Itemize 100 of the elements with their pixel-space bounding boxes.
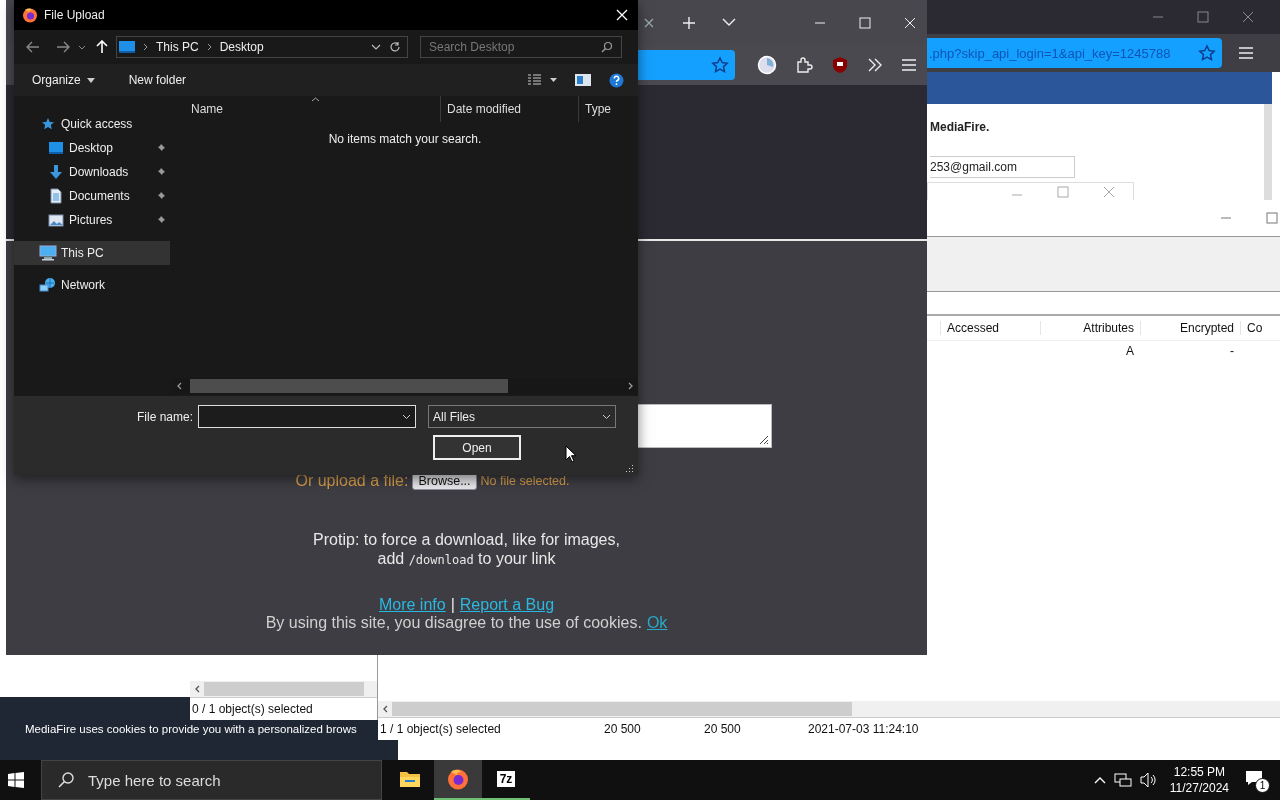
horizontal-scrollbar[interactable] (190, 681, 377, 697)
page-heading: MediaFire. (930, 120, 990, 134)
network-icon[interactable] (1113, 772, 1132, 788)
breadcrumb-item[interactable]: This PC (156, 40, 199, 54)
document-icon (50, 188, 62, 204)
taskbar-search-field[interactable]: Type here to search (41, 760, 382, 800)
file-name-field[interactable] (198, 405, 416, 428)
sidebar-item[interactable]: Network (14, 273, 170, 297)
maximize-icon[interactable] (1266, 212, 1278, 224)
horizontal-scrollbar[interactable] (378, 701, 1280, 717)
search-icon (58, 772, 74, 788)
sidebar-item[interactable]: Quick access (14, 112, 170, 136)
caret-icon (86, 77, 95, 83)
preview-pane-icon[interactable] (575, 74, 591, 86)
sidebar-item[interactable]: Pictures (14, 208, 170, 232)
more-info-link[interactable]: More info (378, 596, 446, 614)
maximize-icon[interactable] (1197, 11, 1209, 23)
computer-icon (119, 41, 135, 53)
puzzle-piece-icon[interactable] (795, 56, 813, 74)
scroll-left-icon[interactable] (194, 685, 200, 693)
search-icon (601, 41, 613, 53)
chevron-down-icon[interactable] (371, 44, 381, 50)
table-cell-text: - (1229, 344, 1235, 358)
column-header[interactable]: Attributes (1040, 321, 1140, 335)
chevron-right-icon (206, 43, 212, 51)
network-globe-icon (39, 277, 57, 293)
speaker-icon[interactable] (1139, 772, 1158, 788)
scroll-left-icon[interactable] (176, 382, 182, 390)
empty-message: No items match your search. (327, 132, 483, 146)
status-text: 20 500 (703, 722, 742, 736)
address-bar[interactable]: This PC Desktop (116, 36, 408, 58)
picture-icon (48, 213, 64, 227)
archiver-logo: 7z (496, 771, 516, 787)
bookmark-star-icon[interactable] (711, 56, 729, 74)
status-text: 0 / 1 object(s) selected (190, 697, 377, 720)
scroll-right-icon[interactable] (628, 382, 634, 390)
close-tab-icon[interactable] (644, 17, 654, 28)
sidebar-item[interactable]: This PC (14, 241, 170, 265)
column-header[interactable]: Accessed (940, 321, 1040, 335)
download-arrow-icon (49, 164, 63, 180)
chevron-down-icon[interactable] (78, 44, 86, 50)
column-header[interactable]: Date modified (440, 96, 578, 122)
scroll-left-icon[interactable] (382, 705, 388, 713)
folder-icon (399, 770, 421, 788)
back-arrow-icon[interactable] (26, 41, 40, 53)
sidebar-item[interactable]: Documents (14, 184, 170, 208)
help-icon[interactable] (609, 72, 624, 88)
view-list-icon[interactable] (527, 74, 557, 86)
star-icon (41, 117, 55, 131)
report-bug-link[interactable]: Report a Bug (459, 596, 555, 614)
clock-date: 11/27/2024 (1169, 780, 1229, 796)
protip-text: Protip: to force a download, like for images, add /download to your link (313, 530, 620, 569)
column-header[interactable]: Encrypted (1140, 321, 1240, 335)
clock[interactable]: 12:55 PM 11/27/2024 (1169, 764, 1229, 796)
status-text: 1 / 1 object(s) selected (379, 722, 502, 736)
up-arrow-icon[interactable] (96, 40, 108, 54)
double-chevron-icon[interactable] (867, 58, 883, 72)
sidebar-item[interactable]: Desktop (14, 136, 170, 160)
cookie-message: MediaFire uses cookies to provide you with a personalized brows (25, 722, 357, 735)
chevron-down-icon[interactable] (402, 413, 411, 420)
url-text: .php?skip_api_login=1&api_key=1245788 (928, 45, 1172, 61)
email-field[interactable]: 253@gmail.com (930, 156, 1075, 178)
menu-icon[interactable] (901, 58, 917, 72)
notification-button[interactable]: 1 (1243, 767, 1270, 793)
file-status: No file selected. (480, 474, 570, 488)
chevron-up-icon[interactable] (1093, 776, 1106, 784)
open-button[interactable]: Open (433, 435, 521, 460)
windows-logo-icon[interactable] (8, 772, 24, 788)
chevron-right-icon (143, 43, 148, 51)
file-type-dropdown[interactable]: All Files (428, 405, 616, 428)
search-field[interactable]: Search Desktop (420, 36, 622, 58)
new-tab-icon[interactable] (682, 15, 696, 30)
new-folder-button[interactable]: New folder (120, 73, 195, 87)
firefox-logo-icon (447, 768, 469, 790)
search-placeholder: Type here to search (88, 771, 221, 789)
chevron-down-icon (602, 413, 611, 420)
sort-caret-icon (311, 97, 320, 102)
breadcrumb-item[interactable]: Desktop (219, 40, 264, 54)
organize-button[interactable]: Organize (24, 73, 103, 87)
clock-time: 12:55 PM (1173, 764, 1226, 780)
column-header[interactable]: Name (185, 96, 440, 122)
desktop-icon (48, 141, 64, 155)
shield-extension-icon[interactable] (831, 56, 849, 74)
resize-grip-icon[interactable] (626, 464, 634, 472)
cookie-notice: By using this site, you disagree to the use of cookies. (265, 614, 642, 632)
column-header[interactable]: Co (1240, 321, 1280, 335)
menu-icon[interactable] (1238, 46, 1254, 60)
computer-icon (39, 245, 57, 261)
sidebar-item[interactable]: Downloads (14, 160, 170, 184)
clock-circle-icon[interactable] (757, 55, 777, 75)
taskbar-app-button[interactable]: 7z (482, 760, 530, 800)
refresh-icon[interactable] (389, 41, 401, 53)
bookmark-star-icon[interactable] (1198, 44, 1216, 62)
forward-arrow-icon[interactable] (56, 41, 70, 53)
column-header[interactable]: Type (578, 96, 618, 122)
table-cell-text: A (1125, 344, 1135, 358)
file-name-label: File name: (135, 409, 194, 424)
window-title: File Upload (44, 8, 105, 22)
ok-link[interactable]: Ok (646, 614, 668, 632)
link-separator: | (450, 596, 455, 614)
